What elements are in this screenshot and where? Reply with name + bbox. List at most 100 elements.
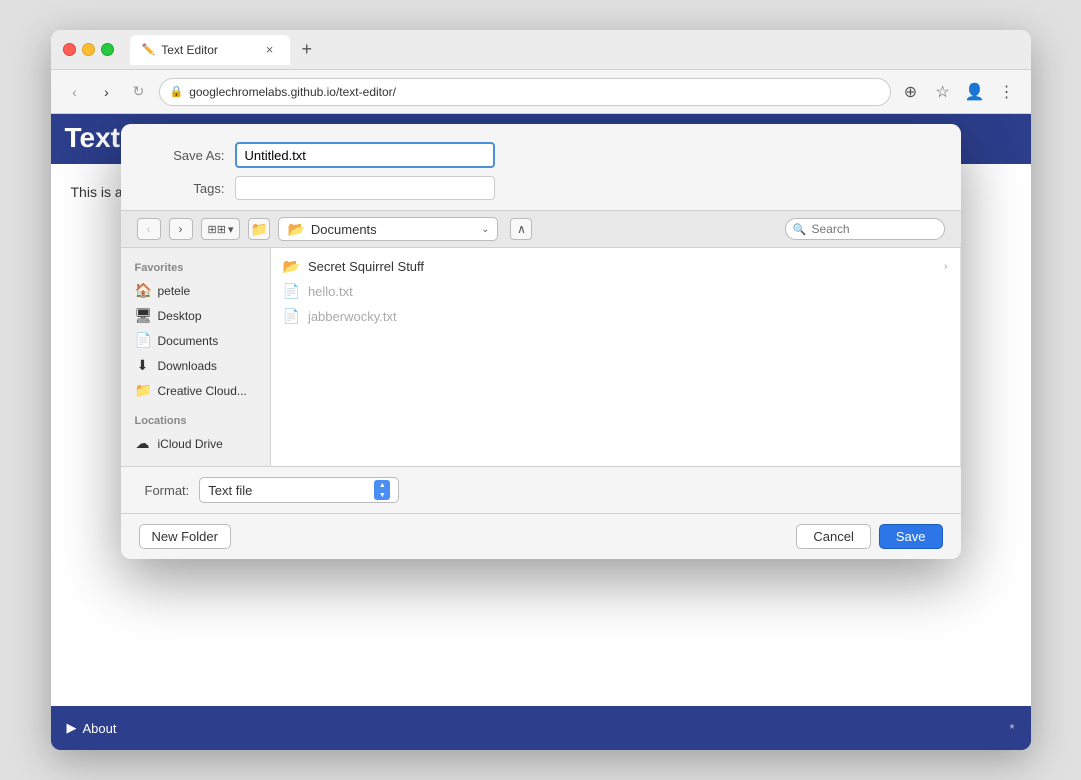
traffic-lights (63, 43, 114, 56)
view-mode-button[interactable]: ⊞⊞ ▾ (201, 218, 241, 240)
sidebar-item-label-petele: petele (158, 284, 191, 298)
downloads-icon: ⬇ (135, 357, 151, 374)
file-list: 📂 Secret Squirrel Stuff › 📄 hello.txt 📄 … (271, 248, 961, 466)
file-item-name-hello: hello.txt (308, 284, 353, 299)
sidebar-item-creative-cloud[interactable]: 📁 Creative Cloud... (121, 378, 270, 403)
forward-button[interactable]: › (95, 80, 119, 104)
search-icon: 🔍 (793, 223, 807, 236)
cancel-button[interactable]: Cancel (796, 524, 870, 549)
folder-new-icon: 📁 (251, 221, 268, 238)
dialog-format-row: Format: Text file ▲ ▼ (121, 466, 961, 513)
tags-input[interactable] (235, 176, 495, 200)
file-item-jabberwocky[interactable]: 📄 jabberwocky.txt (271, 304, 960, 329)
toolbar-forward-icon: › (179, 222, 183, 236)
sidebar-item-label-desktop: Desktop (158, 309, 202, 323)
search-wrapper: 🔍 (785, 218, 945, 240)
sidebar-item-documents[interactable]: 📄 Documents (121, 328, 270, 353)
location-dropdown[interactable]: 📂 Documents ⌄ (278, 217, 498, 241)
tab-favicon: ✏️ (142, 43, 156, 56)
location-folder-icon: 📂 (287, 221, 304, 238)
creative-cloud-icon: 📁 (135, 382, 151, 399)
new-tab-button[interactable]: + (294, 39, 321, 60)
favorites-label: Favorites (121, 258, 270, 278)
file-item-arrow-secret: › (944, 261, 947, 272)
url-bar[interactable]: 🔒 googlechromelabs.github.io/text-editor… (159, 78, 891, 106)
address-bar: ‹ › ↻ 🔒 googlechromelabs.github.io/text-… (51, 70, 1031, 114)
home-icon: 🏠 (135, 282, 151, 299)
location-name: Documents (311, 222, 377, 237)
location-dropdown-arrow: ⌄ (481, 224, 489, 235)
back-button[interactable]: ‹ (63, 80, 87, 104)
refresh-icon: ↻ (133, 83, 145, 100)
file-item-hello[interactable]: 📄 hello.txt (271, 279, 960, 304)
save-as-row: Save As: (145, 142, 937, 168)
minimize-button[interactable] (82, 43, 95, 56)
sidebar-item-label-icloud: iCloud Drive (158, 437, 223, 451)
dialog-body: Favorites 🏠 petele 🖥 Desktop 📄 (121, 248, 961, 466)
save-dialog: Save As: Tags: ‹ (121, 124, 961, 559)
title-bar: ✏️ Text Editor × + (51, 30, 1031, 70)
lock-icon: 🔒 (170, 85, 184, 98)
file-item-secret-squirrel[interactable]: 📂 Secret Squirrel Stuff › (271, 254, 960, 279)
maximize-button[interactable] (101, 43, 114, 56)
dialog-header: Save As: Tags: (121, 124, 961, 210)
browser-window: ✏️ Text Editor × + ‹ › ↻ 🔒 googlechromel… (51, 30, 1031, 750)
sidebar-item-label-creative-cloud: Creative Cloud... (158, 384, 247, 398)
file-item-name-jabberwocky: jabberwocky.txt (308, 309, 397, 324)
app-background: Text File This is a n Save As: (51, 114, 1031, 750)
format-stepper[interactable]: ▲ ▼ (374, 480, 390, 500)
folder-secret-icon: 📂 (283, 258, 300, 275)
toolbar-forward-button[interactable]: › (169, 218, 193, 240)
refresh-button[interactable]: ↻ (127, 80, 151, 104)
close-button[interactable] (63, 43, 76, 56)
sidebar-item-label-documents: Documents (158, 334, 219, 348)
file-hello-icon: 📄 (283, 283, 300, 300)
stepper-up-icon: ▲ (379, 482, 386, 489)
forward-icon: › (104, 84, 109, 100)
documents-icon: 📄 (135, 332, 151, 349)
menu-icon[interactable]: ⋮ (995, 80, 1019, 104)
browser-content: Text File This is a n Save As: (51, 114, 1031, 750)
profile-icon[interactable]: 👤 (963, 80, 987, 104)
format-label: Format: (145, 483, 190, 498)
address-actions: ⊕ ☆ 👤 ⋮ (899, 80, 1019, 104)
sidebar-item-label-downloads: Downloads (158, 359, 217, 373)
dialog-footer: New Folder Cancel Save (121, 513, 961, 559)
sidebar-item-icloud[interactable]: ☁ iCloud Drive (121, 431, 270, 456)
sidebar-item-downloads[interactable]: ⬇ Downloads (121, 353, 270, 378)
stepper-down-icon: ▼ (379, 492, 386, 499)
tags-label: Tags: (145, 181, 225, 196)
expand-icon: ∧ (517, 222, 526, 236)
grid-icon: ⊞⊞ (208, 223, 226, 236)
locations-label: Locations (121, 411, 270, 431)
account-icon[interactable]: ⊕ (899, 80, 923, 104)
save-as-input[interactable] (235, 142, 495, 168)
back-icon: ‹ (72, 84, 77, 100)
file-jabberwocky-icon: 📄 (283, 308, 300, 325)
dialog-toolbar: ‹ › ⊞⊞ ▾ 📁 📂 (121, 210, 961, 248)
sidebar-item-petele[interactable]: 🏠 petele (121, 278, 270, 303)
expand-button[interactable]: ∧ (510, 218, 532, 240)
toolbar-back-button[interactable]: ‹ (137, 218, 161, 240)
new-folder-button[interactable]: New Folder (139, 524, 231, 549)
desktop-icon: 🖥 (135, 307, 151, 324)
sidebar: Favorites 🏠 petele 🖥 Desktop 📄 (121, 248, 271, 466)
new-folder-inline-button[interactable]: 📁 (248, 218, 270, 240)
tab-close-button[interactable]: × (262, 42, 278, 58)
search-input[interactable] (785, 218, 945, 240)
icloud-icon: ☁ (135, 435, 151, 452)
active-tab[interactable]: ✏️ Text Editor × (130, 35, 290, 65)
view-dropdown-arrow: ▾ (228, 223, 234, 236)
url-text: googlechromelabs.github.io/text-editor/ (189, 85, 396, 99)
save-button[interactable]: Save (879, 524, 943, 549)
format-value: Text file (208, 483, 368, 498)
save-as-label: Save As: (145, 148, 225, 163)
format-select[interactable]: Text file ▲ ▼ (199, 477, 399, 503)
tab-bar: ✏️ Text Editor × + (130, 35, 1019, 65)
tab-title: Text Editor (161, 43, 218, 57)
toolbar-back-icon: ‹ (147, 222, 151, 236)
bookmark-icon[interactable]: ☆ (931, 80, 955, 104)
tags-row: Tags: (145, 176, 937, 200)
sidebar-item-desktop[interactable]: 🖥 Desktop (121, 303, 270, 328)
file-item-name-secret: Secret Squirrel Stuff (308, 259, 424, 274)
